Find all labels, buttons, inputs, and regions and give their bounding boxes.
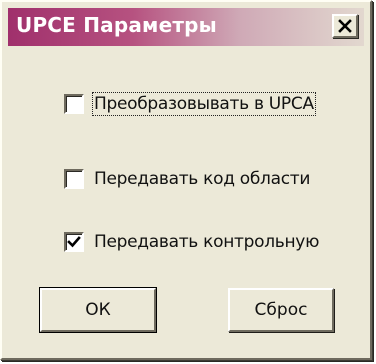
option-convert-to-upca[interactable]: Преобразовывать в UPCA <box>64 91 316 117</box>
transmit-area-code-label[interactable]: Передавать код области <box>94 169 310 189</box>
dialog-title: UPCE Параметры <box>16 13 217 37</box>
option-transmit-check-digit[interactable]: Передавать контрольную <box>64 229 319 255</box>
title-bar[interactable]: UPCE Параметры <box>8 8 364 46</box>
transmit-check-digit-checkbox[interactable] <box>64 232 84 252</box>
close-button[interactable] <box>332 14 358 38</box>
convert-to-upca-label[interactable]: Преобразовывать в UPCA <box>92 92 316 116</box>
transmit-check-digit-label[interactable]: Передавать контрольную <box>94 232 319 252</box>
checkmark-icon <box>67 236 81 248</box>
transmit-area-code-checkbox[interactable] <box>64 169 84 189</box>
upce-parameters-dialog: UPCE Параметры Преобразовывать в UPCA Пе… <box>0 0 372 360</box>
reset-button-label: Сброс <box>254 300 308 320</box>
ok-button[interactable]: ОК <box>39 287 157 333</box>
ok-button-label: ОК <box>85 300 111 320</box>
close-icon <box>338 19 352 33</box>
reset-button[interactable]: Сброс <box>228 288 334 332</box>
convert-to-upca-checkbox[interactable] <box>64 94 84 114</box>
option-transmit-area-code[interactable]: Передавать код области <box>64 166 310 192</box>
